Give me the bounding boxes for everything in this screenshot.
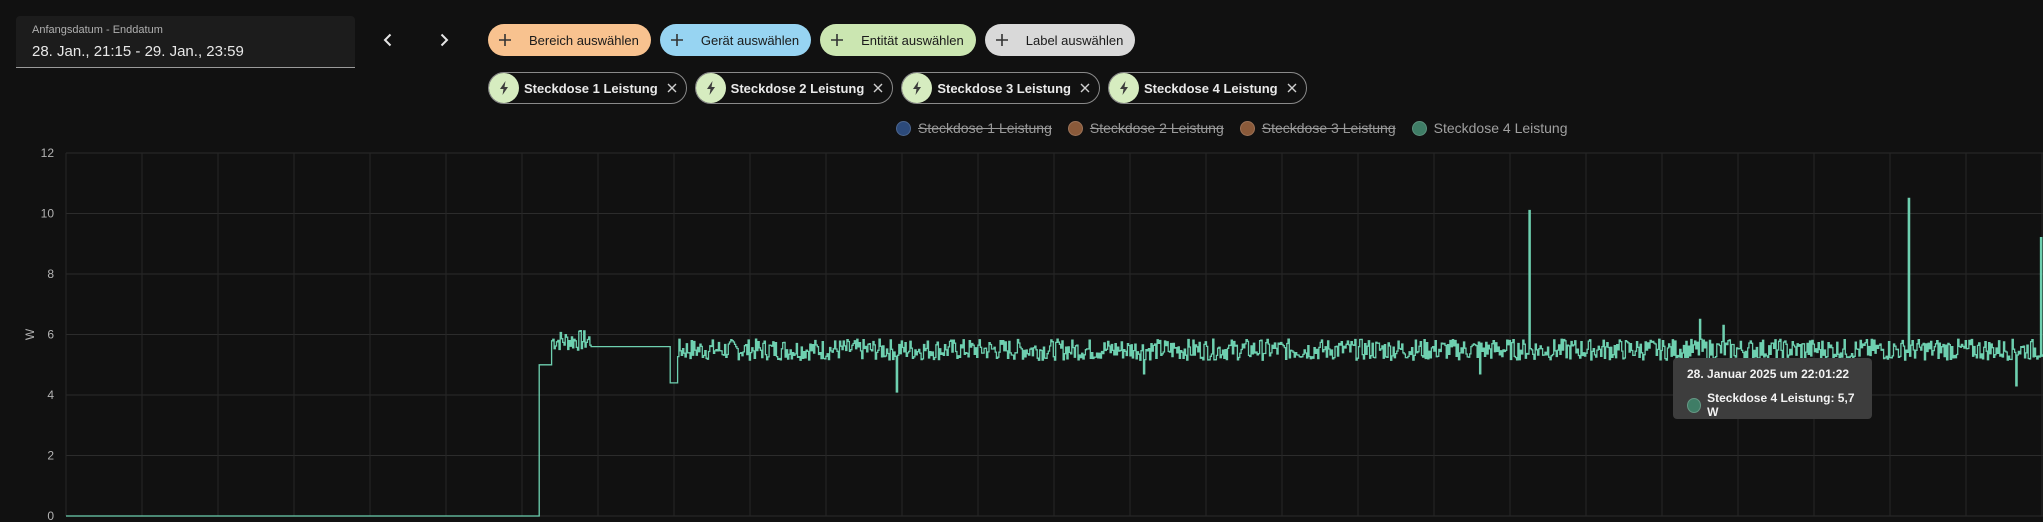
- legend-dot: [1239, 120, 1255, 136]
- y-axis-title: W: [23, 328, 37, 340]
- add-entity-button[interactable]: Entität auswählen: [820, 24, 976, 56]
- add-device-label: Gerät auswählen: [700, 32, 800, 48]
- add-label-button[interactable]: Label auswählen: [984, 24, 1136, 56]
- chevron-left-icon: [383, 33, 392, 47]
- chart-tooltip: 28. Januar 2025 um 22:01:22 Steckdose 4 …: [1673, 358, 1872, 419]
- tooltip-value: Steckdose 4 Leistung: 5,7 W: [1707, 391, 1855, 419]
- close-icon[interactable]: [1080, 83, 1090, 93]
- date-range-picker[interactable]: Anfangsdatum - Enddatum 28. Jan., 21:15 …: [16, 16, 355, 68]
- entity-chip[interactable]: Steckdose 1 Leistung: [488, 72, 687, 104]
- flash-icon: [489, 73, 519, 103]
- entity-chip[interactable]: Steckdose 2 Leistung: [694, 72, 894, 104]
- legend-item[interactable]: Steckdose 2 Leistung: [1067, 120, 1224, 136]
- flash-icon: [1108, 73, 1139, 103]
- close-icon[interactable]: [873, 83, 883, 93]
- chevron-right-icon: [440, 33, 449, 47]
- next-period-button[interactable]: [429, 25, 459, 55]
- legend-dot: [1067, 120, 1083, 136]
- flash-icon: [695, 73, 726, 103]
- date-range-value: 28. Jan., 21:15 - 29. Jan., 23:59: [32, 43, 244, 60]
- add-area-button[interactable]: Bereich auswählen: [488, 24, 651, 56]
- entity-chip-label: Steckdose 2 Leistung: [730, 80, 865, 96]
- legend-dot: [1411, 120, 1427, 136]
- plus-icon: [670, 34, 683, 46]
- legend-item-label: Steckdose 1 Leistung: [918, 120, 1052, 136]
- y-tick-label: 6: [47, 328, 54, 342]
- entity-chip-label: Steckdose 4 Leistung: [1143, 80, 1278, 96]
- add-device-button[interactable]: Gerät auswählen: [659, 24, 812, 56]
- tooltip-row: Steckdose 4 Leistung: 5,7 W: [1687, 391, 1858, 419]
- date-range-label: Anfangsdatum - Enddatum: [32, 24, 163, 36]
- y-tick-label: 2: [47, 449, 54, 463]
- y-tick-label: 12: [41, 146, 55, 160]
- tooltip-series-dot: [1687, 397, 1702, 413]
- y-tick-label: 8: [47, 267, 54, 281]
- entity-chip-label: Steckdose 1 Leistung: [524, 80, 658, 96]
- add-entity-label: Entität auswählen: [861, 32, 964, 48]
- y-tick-label: 0: [47, 509, 54, 522]
- target-picker: Bereich auswählen Gerät auswählen Entitä…: [488, 24, 1136, 56]
- selected-entities: Steckdose 1 Leistung Steckdose 2 Leistun…: [488, 72, 1307, 104]
- add-area-label: Bereich auswählen: [529, 32, 639, 48]
- close-icon[interactable]: [667, 83, 677, 93]
- plus-icon: [831, 34, 844, 46]
- y-tick-label: 10: [41, 207, 55, 221]
- chart-legend: Steckdose 1 Leistung Steckdose 2 Leistun…: [896, 120, 1568, 136]
- legend-dot: [896, 120, 911, 136]
- legend-item[interactable]: Steckdose 3 Leistung: [1239, 120, 1396, 136]
- legend-item-label: Steckdose 4 Leistung: [1433, 120, 1568, 136]
- legend-item-label: Steckdose 2 Leistung: [1089, 120, 1224, 136]
- close-icon[interactable]: [1287, 83, 1297, 93]
- plus-icon: [995, 34, 1008, 46]
- flash-icon: [902, 73, 933, 103]
- y-tick-label: 4: [47, 388, 54, 402]
- tooltip-title: 28. Januar 2025 um 22:01:22: [1687, 367, 1850, 381]
- previous-period-button[interactable]: [373, 25, 403, 55]
- legend-item-label: Steckdose 3 Leistung: [1261, 120, 1396, 136]
- add-label-label: Label auswählen: [1025, 32, 1124, 48]
- plus-icon: [499, 34, 511, 46]
- entity-chip-label: Steckdose 3 Leistung: [937, 80, 1071, 96]
- legend-item[interactable]: Steckdose 4 Leistung: [1411, 120, 1568, 136]
- legend-item[interactable]: Steckdose 1 Leistung: [896, 120, 1052, 136]
- power-chart[interactable]: 0 2 4 6 8 10 12 W: [0, 140, 2043, 522]
- entity-chip[interactable]: Steckdose 4 Leistung: [1107, 72, 1307, 104]
- entity-chip[interactable]: Steckdose 3 Leistung: [901, 72, 1100, 104]
